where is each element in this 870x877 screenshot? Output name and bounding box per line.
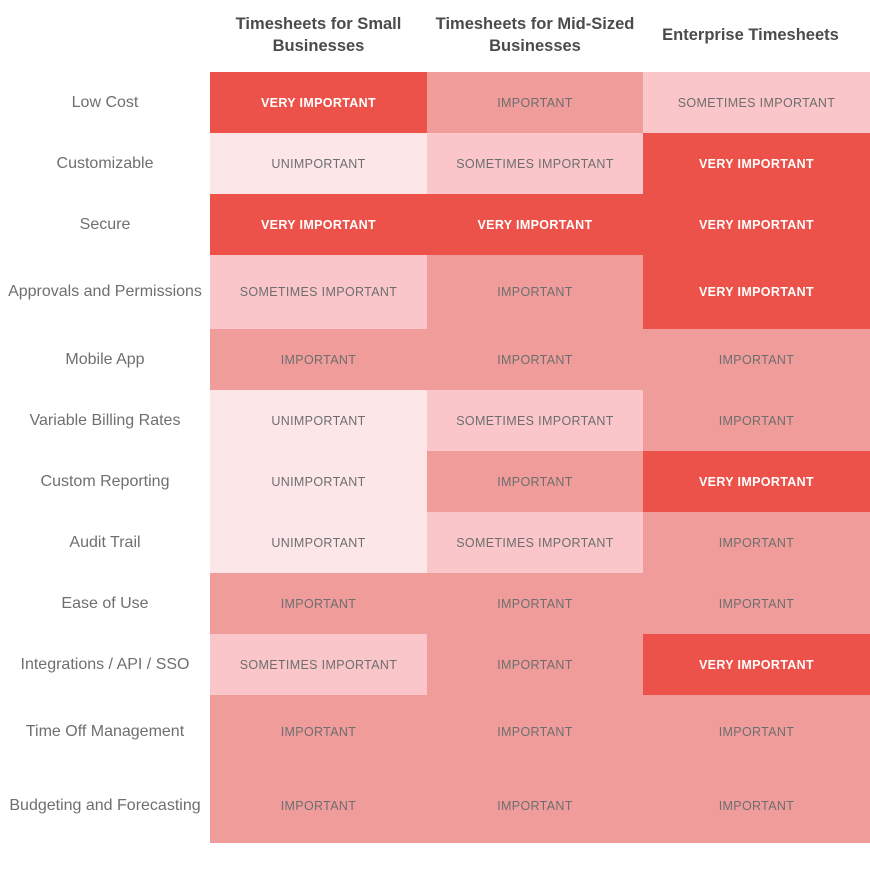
matrix-cell: IMPORTANT: [643, 573, 870, 634]
matrix-cell: IMPORTANT: [427, 695, 643, 769]
matrix-row: Custom Reporting UNIMPORTANT IMPORTANT VERY…: [0, 451, 870, 512]
matrix-row: Integrations / API / SSO SOMETIMES IMPORT…: [0, 634, 870, 695]
matrix-cell: UNIMPORTANT: [210, 512, 427, 573]
matrix-cell: IMPORTANT: [210, 329, 427, 390]
matrix-cell: UNIMPORTANT: [210, 390, 427, 451]
matrix-cell: VERY IMPORTANT: [643, 451, 870, 512]
matrix-row: Secure VERY IMPORTANT VERY IMPORTANT VERY I…: [0, 194, 870, 255]
column-header-small-businesses: Timesheets for Small Businesses: [235, 15, 402, 55]
row-label-audit-trail: Audit Trail: [0, 512, 210, 573]
row-label-time-off-management: Time Off Management: [0, 695, 210, 769]
column-header-enterprise: Enterprise Timesheets: [662, 26, 839, 45]
matrix-cell: VERY IMPORTANT: [210, 194, 427, 255]
matrix-row: Audit Trail UNIMPORTANT SOMETIMES IMPORTAN…: [0, 512, 870, 573]
matrix-cell: VERY IMPORTANT: [643, 255, 870, 329]
importance-heatmap-matrix: Timesheets for Small Businesses Timeshee…: [0, 0, 870, 877]
row-label-variable-billing-rates: Variable Billing Rates: [0, 390, 210, 451]
row-label-customizable: Customizable: [0, 133, 210, 194]
matrix-cell: SOMETIMES IMPORTANT: [210, 255, 427, 329]
matrix-cell: VERY IMPORTANT: [643, 133, 870, 194]
matrix-cell: SOMETIMES IMPORTANT: [427, 512, 643, 573]
matrix-cell: SOMETIMES IMPORTANT: [427, 390, 643, 451]
matrix-cell: SOMETIMES IMPORTANT: [210, 634, 427, 695]
header-corner-spacer: [0, 0, 210, 72]
matrix-cell: IMPORTANT: [643, 512, 870, 573]
matrix-cell: VERY IMPORTANT: [643, 634, 870, 695]
matrix-cell: VERY IMPORTANT: [643, 194, 870, 255]
matrix-row: Ease of Use IMPORTANT IMPORTANT IMPORTANT: [0, 573, 870, 634]
matrix-cell: IMPORTANT: [427, 329, 643, 390]
matrix-cell: IMPORTANT: [427, 255, 643, 329]
matrix-cell: IMPORTANT: [643, 769, 870, 843]
row-label-budgeting-and-forecasting: Budgeting and Forecasting: [0, 769, 210, 843]
matrix-row: Time Off Management IMPORTANT IMPORTANT IMP…: [0, 695, 870, 769]
matrix-row: Budgeting and Forecasting IMPORTANT IMPORT…: [0, 769, 870, 843]
matrix-cell: SOMETIMES IMPORTANT: [643, 72, 870, 133]
row-label-custom-reporting: Custom Reporting: [0, 451, 210, 512]
matrix-cell: IMPORTANT: [427, 634, 643, 695]
row-label-secure: Secure: [0, 194, 210, 255]
row-label-mobile-app: Mobile App: [0, 329, 210, 390]
matrix-body: Low Cost VERY IMPORTANT IMPORTANT SOMETIMES…: [0, 72, 870, 843]
matrix-row: Customizable UNIMPORTANT SOMETIMES IMPORTA…: [0, 133, 870, 194]
matrix-cell: IMPORTANT: [427, 769, 643, 843]
matrix-cell: UNIMPORTANT: [210, 133, 427, 194]
matrix-cell: IMPORTANT: [210, 573, 427, 634]
matrix-cell: IMPORTANT: [210, 695, 427, 769]
row-label-low-cost: Low Cost: [0, 72, 210, 133]
matrix-cell: UNIMPORTANT: [210, 451, 427, 512]
matrix-row: Variable Billing Rates UNIMPORTANT SOMETIM…: [0, 390, 870, 451]
column-header-mid-sized-businesses: Timesheets for Mid-Sized Businesses: [435, 15, 635, 55]
matrix-row: Mobile App IMPORTANT IMPORTANT IMPORTANT: [0, 329, 870, 390]
matrix-cell: IMPORTANT: [427, 451, 643, 512]
matrix-cell: VERY IMPORTANT: [427, 194, 643, 255]
matrix-cell: IMPORTANT: [643, 329, 870, 390]
column-header-row: Timesheets for Small Businesses Timeshee…: [0, 0, 870, 72]
matrix-cell: IMPORTANT: [427, 72, 643, 133]
matrix-row: Low Cost VERY IMPORTANT IMPORTANT SOMETIMES…: [0, 72, 870, 133]
matrix-cell: IMPORTANT: [643, 390, 870, 451]
matrix-row: Approvals and Permissions SOMETIMES IMPOR…: [0, 255, 870, 329]
matrix-cell: IMPORTANT: [643, 695, 870, 769]
row-label-integrations-api-sso: Integrations / API / SSO: [0, 634, 210, 695]
matrix-cell: SOMETIMES IMPORTANT: [427, 133, 643, 194]
matrix-cell: IMPORTANT: [427, 573, 643, 634]
row-label-ease-of-use: Ease of Use: [0, 573, 210, 634]
matrix-cell: VERY IMPORTANT: [210, 72, 427, 133]
matrix-cell: IMPORTANT: [210, 769, 427, 843]
row-label-approvals-and-permissions: Approvals and Permissions: [0, 255, 210, 329]
